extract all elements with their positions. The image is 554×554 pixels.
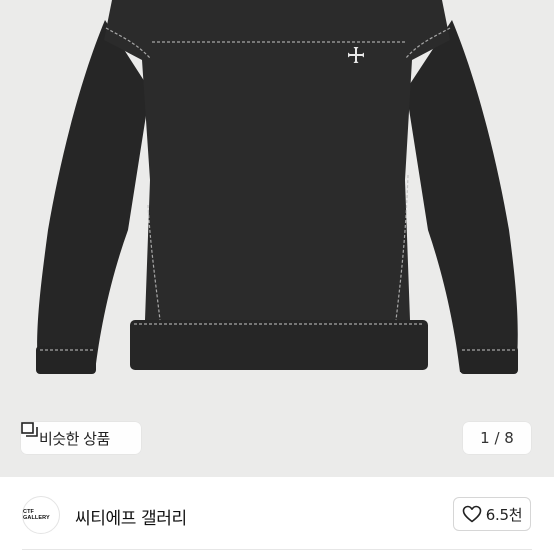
avatar-text: CTF GALLERY [23, 509, 50, 521]
seller-name[interactable]: 씨티에프 갤러리 [75, 504, 187, 529]
like-button[interactable]: 6.5천 [453, 497, 531, 531]
divider [22, 549, 532, 550]
like-count: 6.5천 [485, 505, 523, 524]
similar-items-button[interactable]: 비슷한 상품 [21, 422, 141, 454]
product-image-carousel[interactable]: 비슷한 상품 1 / 8 [0, 0, 554, 477]
similar-items-icon [21, 422, 38, 437]
seller-avatar[interactable]: CTF GALLERY [22, 496, 60, 534]
heart-icon [462, 505, 482, 523]
image-page-counter: 1 / 8 [463, 422, 531, 454]
similar-items-label: 비슷한 상품 [39, 429, 110, 448]
black-sweatshirt-photo [36, 0, 518, 374]
